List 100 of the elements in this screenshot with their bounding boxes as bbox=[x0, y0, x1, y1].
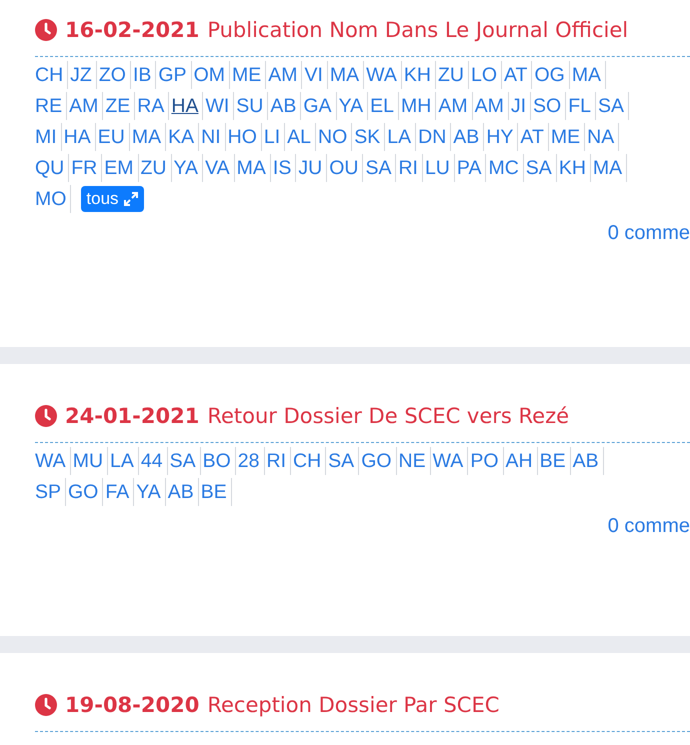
tag-link[interactable]: JZ bbox=[70, 60, 97, 88]
tag-link[interactable]: MC bbox=[488, 154, 524, 182]
tag-link[interactable]: VA bbox=[205, 154, 235, 182]
tag-link[interactable]: BO bbox=[202, 446, 236, 474]
tag-link[interactable]: LA bbox=[110, 446, 139, 474]
tag-link[interactable]: NI bbox=[201, 122, 226, 150]
tag-link[interactable]: IS bbox=[272, 154, 296, 182]
tag-link[interactable]: RI bbox=[266, 446, 291, 474]
tag-link[interactable]: SO bbox=[533, 92, 566, 120]
tag-link[interactable]: EU bbox=[98, 122, 130, 150]
tag-link[interactable]: MU bbox=[72, 446, 108, 474]
tag-link[interactable]: SU bbox=[236, 92, 268, 120]
tag-link[interactable]: LI bbox=[264, 122, 286, 150]
tag-link[interactable]: KH bbox=[558, 154, 591, 182]
tag-link[interactable]: SK bbox=[354, 122, 386, 150]
tag-link[interactable]: GO bbox=[68, 478, 104, 506]
tag-link[interactable]: KH bbox=[404, 60, 436, 88]
tag-link[interactable]: OM bbox=[194, 60, 230, 88]
tag-link[interactable]: 28 bbox=[238, 446, 264, 474]
tag-link[interactable]: GA bbox=[303, 92, 337, 120]
tag-link[interactable]: BE bbox=[200, 478, 232, 506]
tag-link[interactable]: FA bbox=[105, 478, 134, 506]
tag-link[interactable]: JI bbox=[510, 92, 532, 120]
tag-link[interactable]: LO bbox=[470, 60, 502, 88]
tag-link[interactable]: LA bbox=[387, 122, 416, 150]
tag-link[interactable]: LU bbox=[424, 154, 455, 182]
tag-link[interactable]: AL bbox=[287, 122, 316, 150]
tag-link[interactable]: SA bbox=[328, 446, 360, 474]
tag-link[interactable]: FR bbox=[71, 154, 102, 182]
tag-link[interactable]: DN bbox=[418, 122, 452, 150]
tag-link[interactable]: ZE bbox=[105, 92, 136, 120]
tag-link[interactable]: SA bbox=[170, 446, 201, 474]
tag-link[interactable]: NE bbox=[398, 446, 431, 474]
tag-link[interactable]: AM bbox=[474, 92, 509, 120]
tag-link[interactable]: EL bbox=[370, 92, 400, 120]
tag-link[interactable]: YA bbox=[174, 154, 204, 182]
tag-link[interactable]: SA bbox=[526, 154, 557, 182]
tag-link[interactable]: AM bbox=[268, 60, 302, 88]
tag-link[interactable]: BE bbox=[540, 446, 571, 474]
tag-link[interactable]: AB bbox=[270, 92, 302, 120]
tag-link[interactable]: WA bbox=[35, 446, 71, 474]
tag-link[interactable]: MH bbox=[401, 92, 436, 120]
tag-link[interactable]: SA bbox=[365, 154, 396, 182]
tag-link[interactable]: HA bbox=[171, 92, 204, 120]
tag-link[interactable]: PO bbox=[470, 446, 504, 474]
tag-link[interactable]: HO bbox=[228, 122, 262, 150]
tag-link[interactable]: WI bbox=[205, 92, 234, 120]
tag-link[interactable]: AB bbox=[168, 478, 199, 506]
tag-link[interactable]: HA bbox=[64, 122, 96, 150]
tag-link[interactable]: YA bbox=[136, 478, 166, 506]
tag-link[interactable]: MA bbox=[592, 154, 628, 182]
tag-link[interactable]: AT bbox=[504, 60, 532, 88]
tag-link[interactable]: ZU bbox=[438, 60, 469, 88]
tag-link[interactable]: OG bbox=[534, 60, 570, 88]
tag-link[interactable]: AB bbox=[572, 446, 604, 474]
tag-link[interactable]: NA bbox=[587, 122, 620, 150]
comments-link[interactable]: 0 comme bbox=[608, 515, 690, 538]
tag-link[interactable]: AH bbox=[506, 446, 538, 474]
tag-link[interactable]: RA bbox=[137, 92, 170, 120]
tag-link[interactable]: MA bbox=[132, 122, 166, 150]
tag-link[interactable]: IB bbox=[132, 60, 156, 88]
tag-link[interactable]: MA bbox=[572, 60, 606, 88]
tag-link[interactable]: YA bbox=[338, 92, 368, 120]
tag-link[interactable]: ME bbox=[550, 122, 586, 150]
tag-link[interactable]: CH bbox=[35, 60, 68, 88]
tag-link[interactable]: ZO bbox=[98, 60, 131, 88]
tag-link[interactable]: SA bbox=[598, 92, 629, 120]
show-all-button[interactable]: tous bbox=[81, 186, 144, 212]
tag-link[interactable]: 44 bbox=[140, 446, 168, 474]
tag-link[interactable]: ZU bbox=[140, 154, 172, 182]
tag-link[interactable]: MA bbox=[236, 154, 271, 182]
tag-link[interactable]: WA bbox=[366, 60, 402, 88]
tag-link[interactable]: SP bbox=[35, 478, 66, 506]
tag-link[interactable]: RE bbox=[35, 92, 68, 120]
tag-link[interactable]: JU bbox=[298, 154, 328, 182]
tag-link[interactable]: OU bbox=[329, 154, 364, 182]
tag-link[interactable]: AB bbox=[453, 122, 484, 150]
tag-link[interactable]: GO bbox=[361, 446, 397, 474]
tag-link[interactable]: HY bbox=[486, 122, 518, 150]
tag-link[interactable]: FL bbox=[568, 92, 596, 120]
tag-link[interactable]: AM bbox=[438, 92, 473, 120]
tag-link[interactable]: MO bbox=[35, 184, 72, 212]
tag-link[interactable]: AT bbox=[520, 122, 549, 150]
tag-link[interactable]: ME bbox=[232, 60, 266, 88]
tag-link[interactable]: WA bbox=[432, 446, 468, 474]
post-title: Retour Dossier De SCEC vers Rezé bbox=[207, 404, 570, 428]
tag-link[interactable]: QU bbox=[35, 154, 70, 182]
post-date: 16-02-2021 bbox=[65, 18, 200, 42]
tag-link[interactable]: MA bbox=[330, 60, 364, 88]
tag-link[interactable]: GP bbox=[158, 60, 192, 88]
tag-link[interactable]: MI bbox=[35, 122, 62, 150]
tag-link[interactable]: VI bbox=[304, 60, 328, 88]
tag-link[interactable]: PA bbox=[456, 154, 486, 182]
tag-link[interactable]: CH bbox=[293, 446, 326, 474]
tag-link[interactable]: EM bbox=[104, 154, 138, 182]
tag-link[interactable]: RI bbox=[398, 154, 423, 182]
tag-link[interactable]: KA bbox=[168, 122, 200, 150]
tag-link[interactable]: AM bbox=[69, 92, 104, 120]
comments-link[interactable]: 0 comme bbox=[608, 222, 690, 245]
tag-link[interactable]: NO bbox=[318, 122, 352, 150]
